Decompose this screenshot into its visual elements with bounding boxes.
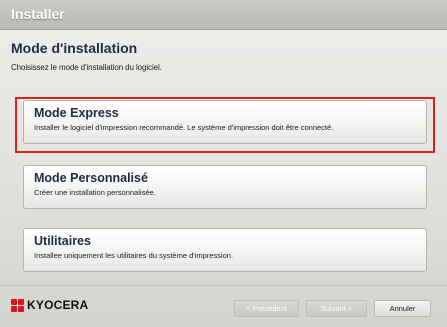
window-title: Installer bbox=[11, 6, 65, 22]
utilitaires-description: Installee uniquement les utilitaires du … bbox=[34, 251, 234, 260]
previous-button[interactable]: < Précédent bbox=[234, 300, 299, 317]
page-title: Mode d'installation bbox=[11, 40, 138, 56]
mode-express-description: Installer le logiciel d'impression recom… bbox=[34, 123, 334, 132]
kyocera-logo-icon bbox=[11, 298, 24, 312]
mode-express-button[interactable]: Mode Express Installer le logiciel d'imp… bbox=[23, 100, 427, 144]
kyocera-wordmark: KYOCERA bbox=[27, 298, 89, 312]
installer-window: Installer Mode d'installation Choisissez… bbox=[0, 0, 447, 327]
footer-divider bbox=[0, 285, 447, 286]
page-subtitle: Choisissez le mode d'installation du log… bbox=[11, 63, 162, 72]
kyocera-logo: KYOCERA bbox=[11, 298, 88, 312]
mode-personnalise-description: Créer une installation personnalisée. bbox=[34, 188, 156, 197]
utilitaires-button[interactable]: Utilitaires Installee uniquement les uti… bbox=[23, 228, 427, 272]
title-bar: Installer bbox=[0, 0, 447, 30]
mode-personnalise-button[interactable]: Mode Personnalisé Créer une installation… bbox=[23, 165, 427, 209]
cancel-button[interactable]: Annuler bbox=[374, 300, 431, 317]
mode-personnalise-label: Mode Personnalisé bbox=[34, 171, 148, 185]
next-button[interactable]: Suivant > bbox=[306, 300, 367, 317]
mode-express-label: Mode Express bbox=[34, 106, 119, 120]
utilitaires-label: Utilitaires bbox=[34, 234, 91, 248]
